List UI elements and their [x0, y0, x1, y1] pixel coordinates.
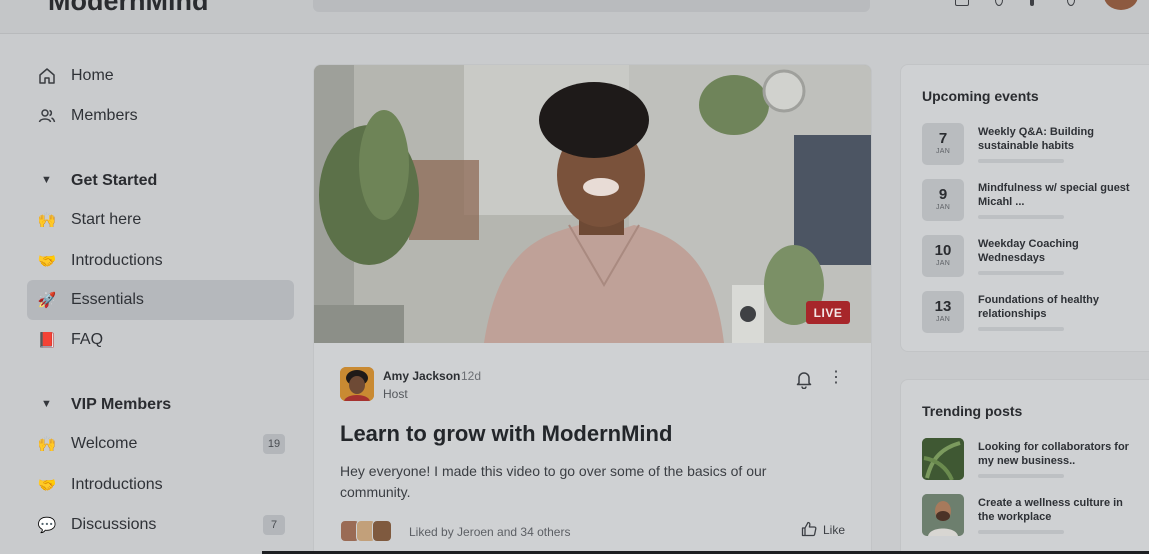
post-thumbnail — [922, 438, 964, 481]
search-icon[interactable] — [1067, 0, 1075, 6]
post-age: 12d — [461, 369, 482, 383]
sidebar-item-members[interactable]: Members — [27, 96, 294, 136]
sidebar-item-label: Introductions — [71, 476, 163, 493]
panel-title: Upcoming events — [922, 88, 1039, 104]
sidebar-item-essentials[interactable]: 🚀 Essentials — [27, 280, 294, 320]
event-item[interactable]: 7 JAN Weekly Q&A: Building sustainable h… — [922, 123, 1149, 167]
unread-count-badge: 7 — [263, 515, 285, 535]
placeholder-bar — [978, 271, 1064, 275]
caret-down-icon: ▼ — [41, 174, 52, 186]
section-title: VIP Members — [71, 396, 172, 413]
featured-post-card: LIVE Amy Jackson 12d Host ⋮ Learn to gro… — [313, 64, 872, 554]
sidebar-item-discussions[interactable]: 💬 Discussions 7 — [27, 505, 294, 545]
speech-bubble-icon: 💬 — [37, 517, 57, 534]
sidebar-item-label: Discussions — [71, 516, 157, 533]
post-thumbnail — [922, 494, 964, 536]
section-vip-members[interactable]: ▼ VIP Members — [27, 394, 294, 418]
author-role: Host — [383, 387, 408, 401]
trending-post-title: Create a wellness culture in the workpla… — [978, 497, 1123, 523]
upcoming-events-panel: Upcoming events 7 JAN Weekly Q&A: Buildi… — [900, 64, 1149, 352]
sidebar-item-home[interactable]: Home — [27, 56, 294, 96]
event-title: Weekday Coaching Wednesdays — [978, 238, 1079, 264]
home-icon — [37, 66, 57, 86]
sidebar-item-welcome[interactable]: 🙌 Welcome 19 — [27, 424, 294, 464]
like-button[interactable]: Like — [801, 520, 845, 540]
event-title: Weekly Q&A: Building sustainable habits — [978, 126, 1094, 152]
event-item[interactable]: 10 JAN Weekday Coaching Wednesdays — [922, 235, 1149, 279]
calendar-icon[interactable] — [955, 0, 969, 6]
thumbs-up-icon — [801, 521, 817, 540]
event-date: 9 JAN — [922, 179, 964, 221]
sidebar-item-start-here[interactable]: 🙌 Start here — [27, 200, 294, 240]
video-player[interactable]: LIVE — [314, 65, 871, 343]
post-title[interactable]: Learn to grow with ModernMind — [340, 421, 672, 447]
placeholder-bar — [978, 327, 1064, 331]
sidebar-item-label: FAQ — [71, 331, 104, 348]
raised-hands-icon: 🙌 — [37, 212, 57, 229]
sidebar-item-label: Home — [71, 67, 114, 84]
event-item[interactable]: 9 JAN Mindfulness w/ special guest Micah… — [922, 179, 1149, 223]
messages-icon[interactable] — [1030, 0, 1034, 6]
unread-count-badge: 19 — [263, 434, 285, 454]
notification-icon[interactable] — [995, 0, 1003, 6]
sidebar-item-label: Start here — [71, 211, 142, 228]
members-icon — [37, 106, 57, 126]
trending-post-title: Looking for collaborators for my new bus… — [978, 441, 1129, 467]
trending-posts-panel: Trending posts Looking for collaborators… — [900, 379, 1149, 554]
video-thumbnail-image — [314, 65, 871, 343]
event-title: Foundations of healthy relationships — [978, 294, 1099, 320]
sidebar-item-faq[interactable]: 📕 FAQ — [27, 320, 294, 360]
live-badge: LIVE — [806, 301, 850, 324]
sidebar-item-vip-introductions[interactable]: 🤝 Introductions — [27, 465, 294, 505]
like-label: Like — [823, 523, 846, 537]
event-date: 10 JAN — [922, 235, 964, 277]
placeholder-bar — [978, 215, 1064, 219]
liker-avatars[interactable] — [340, 520, 400, 542]
section-get-started[interactable]: ▼ Get Started — [27, 170, 294, 194]
liker-avatar — [372, 520, 392, 542]
event-date: 13 JAN — [922, 291, 964, 333]
placeholder-bar — [978, 159, 1064, 163]
event-date: 7 JAN — [922, 123, 964, 165]
event-title: Mindfulness w/ special guest Micahl ... — [978, 182, 1130, 208]
trending-post-item[interactable]: Create a wellness culture in the workpla… — [922, 494, 1149, 538]
rocket-icon: 🚀 — [37, 292, 57, 309]
book-icon: 📕 — [37, 332, 57, 349]
section-title: Get Started — [71, 172, 158, 189]
placeholder-bar — [978, 530, 1064, 534]
sidebar-item-introductions[interactable]: 🤝 Introductions — [27, 241, 294, 281]
search-input[interactable] — [313, 0, 870, 12]
handshake-icon: 🤝 — [37, 253, 57, 270]
placeholder-bar — [978, 474, 1064, 478]
handshake-icon: 🤝 — [37, 477, 57, 494]
app-logo[interactable]: ModernMind — [48, 0, 208, 17]
sidebar-item-label: Essentials — [71, 291, 144, 308]
event-item[interactable]: 13 JAN Foundations of healthy relationsh… — [922, 291, 1149, 335]
more-options-icon[interactable]: ⋮ — [828, 367, 844, 389]
panel-title: Trending posts — [922, 403, 1023, 419]
author-avatar[interactable] — [340, 367, 374, 401]
bell-icon[interactable] — [794, 369, 814, 390]
liked-by-text[interactable]: Liked by Jeroen and 34 others — [409, 525, 570, 539]
post-body: Hey everyone! I made this video to go ov… — [340, 463, 767, 500]
author-name[interactable]: Amy Jackson — [383, 369, 460, 383]
sidebar-item-label: Introductions — [71, 252, 163, 269]
raised-hands-icon: 🙌 — [37, 436, 57, 453]
top-header: ModernMind — [0, 0, 1149, 34]
user-avatar[interactable] — [1104, 0, 1138, 10]
caret-down-icon: ▼ — [41, 398, 52, 410]
sidebar-item-label: Members — [71, 107, 138, 124]
trending-post-item[interactable]: Looking for collaborators for my new bus… — [922, 438, 1149, 482]
sidebar-item-label: Welcome — [71, 435, 138, 452]
